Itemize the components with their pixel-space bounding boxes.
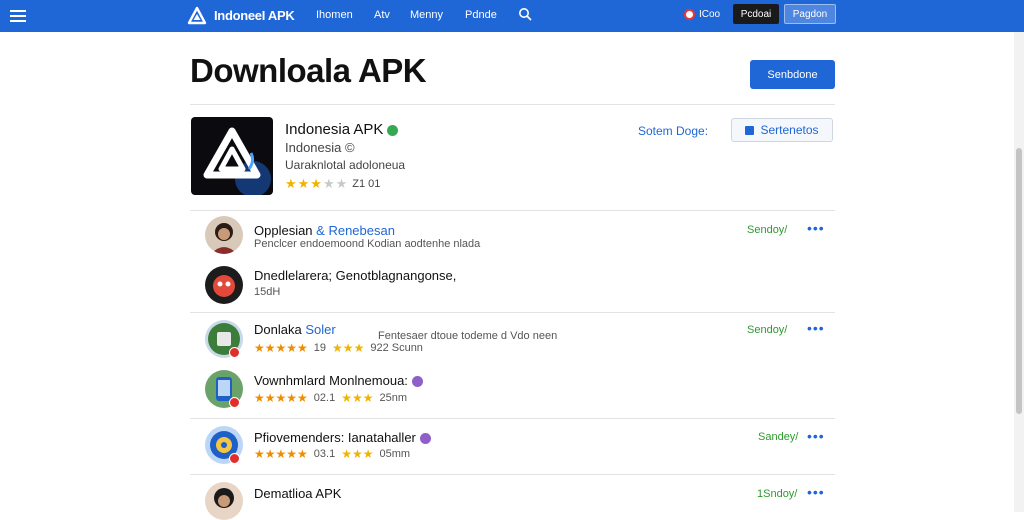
hero-logo-icon	[203, 127, 271, 195]
more-options-icon[interactable]: •••	[807, 428, 825, 444]
nav-link-4[interactable]: Pdnde	[465, 9, 497, 21]
more-options-icon[interactable]: •••	[807, 220, 825, 236]
notification-badge-icon	[229, 453, 240, 464]
region-selector[interactable]: ICoo	[684, 9, 720, 20]
scrollbar-thumb[interactable]	[1016, 148, 1022, 414]
badge-icon	[419, 433, 431, 445]
divider	[190, 418, 835, 419]
nav-link-2[interactable]: Atv	[374, 9, 390, 21]
hamburger-menu-icon[interactable]	[10, 7, 26, 23]
hero-app-name[interactable]: Indonesia APK	[285, 121, 399, 138]
avatar[interactable]	[205, 266, 243, 304]
list-item-title[interactable]: Pfiovemenders: Ianatahaller	[254, 430, 431, 445]
person-avatar-icon	[211, 223, 237, 254]
star-rating-icon: ★★★	[341, 391, 374, 405]
avatar[interactable]	[205, 482, 243, 520]
star-rating-icon: ★★★★★	[254, 341, 308, 355]
primary-button[interactable]: Senbdone	[750, 60, 835, 89]
list-item-date: Sendoy/	[747, 224, 788, 236]
hero-developer[interactable]: Indonesia ©	[285, 140, 355, 155]
list-item-title[interactable]: Dematlioa APK	[254, 486, 341, 501]
rating-count: Z1 01	[352, 178, 381, 190]
more-options-icon[interactable]: •••	[807, 484, 825, 500]
list-item-rating: ★★★★★ 02.1 ★★★ 25nm	[254, 391, 408, 405]
header-dark-button[interactable]: Pcdoai	[733, 4, 779, 24]
hero-side-button-label: Sertenetos	[760, 123, 819, 137]
more-options-icon[interactable]: •••	[807, 320, 825, 336]
region-label: ICoo	[699, 9, 721, 20]
list-item-date: 1Sndoy/	[757, 488, 798, 500]
notification-badge-icon	[229, 397, 240, 408]
list-item-title[interactable]: Dnedlelarera; Genotblagnangonse,	[254, 268, 456, 283]
notification-badge-icon	[229, 347, 240, 358]
list-item-date: Sendoy/	[747, 324, 788, 336]
divider	[190, 474, 835, 475]
brand-name[interactable]: IndoneeI APK	[214, 8, 295, 23]
divider	[190, 104, 835, 105]
person-avatar-icon	[214, 488, 234, 508]
star-rating-icon: ★★★	[332, 341, 365, 355]
hero-rating: ★★★★★ Z1 01	[285, 176, 380, 192]
list-item-title[interactable]: Vownhmlard Monlnemoua:	[254, 373, 423, 388]
mascot-avatar-icon	[213, 275, 235, 297]
verified-icon	[387, 124, 399, 136]
flag-icon	[684, 9, 695, 20]
page-scrollbar[interactable]	[1014, 32, 1024, 512]
star-rating-icon: ★★★	[341, 447, 374, 461]
search-icon[interactable]	[518, 7, 532, 21]
hero-side-button[interactable]: Sertenetos	[731, 118, 833, 142]
list-item-title[interactable]: Opplesian & Renebesan	[254, 223, 395, 238]
hero-app-icon[interactable]	[191, 117, 273, 195]
star-rating-icon: ★★★★★	[285, 176, 349, 191]
hero-description: Uaraknlotal adoloneua	[285, 158, 406, 172]
hero-side-label: Sotem Doge:	[638, 124, 709, 138]
top-app-bar: IndoneeI APK Ihomen Atv Menny Pdnde ICoo…	[0, 0, 1024, 32]
list-item-tag: Soler	[305, 322, 336, 337]
list-item-rating: ★★★★★ 19 ★★★ 922 Scunn	[254, 341, 423, 355]
star-rating-icon: ★★★★★	[254, 447, 308, 461]
avatar[interactable]	[205, 216, 243, 254]
list-item-title[interactable]: Donlaka Soler	[254, 322, 336, 337]
divider	[190, 210, 835, 211]
list-item-tag: & Renebesan	[316, 223, 395, 238]
nav-link-3[interactable]: Menny	[410, 9, 443, 21]
header-light-button[interactable]: Pagdon	[784, 4, 836, 24]
star-rating-icon: ★★★★★	[254, 391, 308, 405]
nav-link-1[interactable]: Ihomen	[316, 9, 353, 21]
list-item-subtitle: 15dH	[254, 286, 281, 298]
list-item-date: Sandey/	[758, 431, 799, 443]
list-item-subtitle: Penclcer endoemoond Kodian aodtenhe nlad…	[254, 238, 481, 250]
square-icon	[745, 125, 755, 135]
page-title: Downloala APK	[190, 52, 427, 89]
app-logo-icon[interactable]	[187, 6, 207, 26]
list-item-rating: ★★★★★ 03.1 ★★★ 05mm	[254, 447, 411, 461]
badge-icon	[411, 376, 423, 388]
divider	[190, 312, 835, 313]
